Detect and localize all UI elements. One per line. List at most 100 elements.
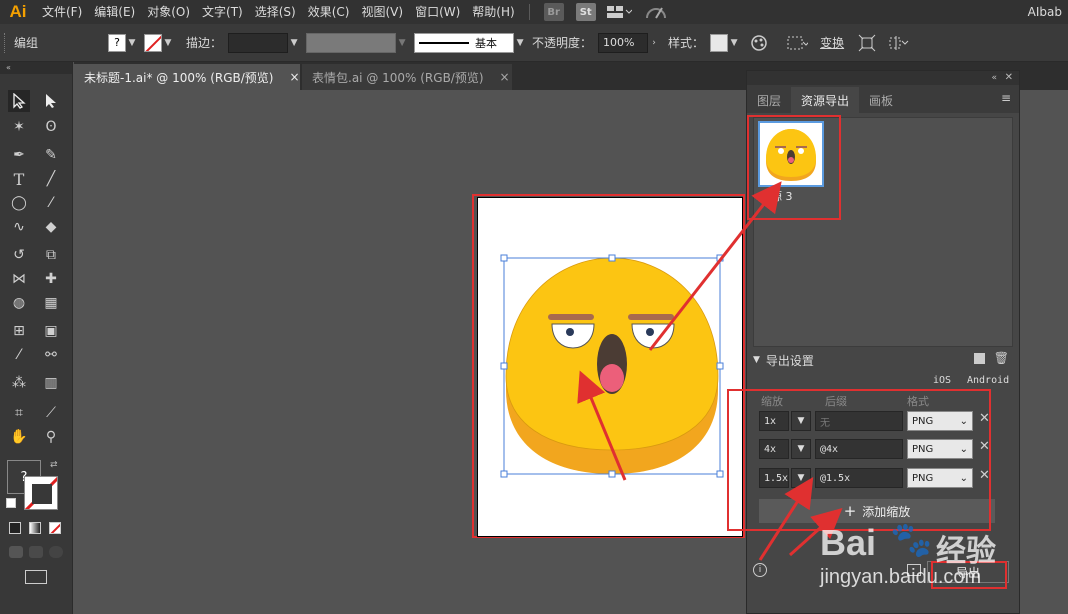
suffix-field[interactable]: 无 bbox=[815, 411, 903, 431]
chevron-down-icon[interactable]: ▼ bbox=[162, 33, 174, 53]
stroke-style-field[interactable]: 基本 bbox=[414, 32, 515, 53]
launch-export-dialog-icon[interactable] bbox=[907, 564, 921, 576]
scale-field[interactable]: 1.5x bbox=[759, 468, 789, 488]
close-icon[interactable]: × bbox=[290, 70, 300, 84]
export-settings-header[interactable]: ▼ 导出设置 🗑 bbox=[753, 349, 1015, 371]
scale-field[interactable]: 4x bbox=[759, 439, 789, 459]
chevron-down-icon[interactable]: ▼ bbox=[791, 439, 811, 459]
collapse-panel-icon[interactable]: « bbox=[991, 71, 997, 85]
mesh-tool-icon[interactable]: ⊞ bbox=[8, 320, 30, 342]
emoji-artwork[interactable] bbox=[478, 198, 744, 538]
opacity-field[interactable]: 100% bbox=[598, 32, 649, 53]
format-select[interactable]: PNG ⌄ bbox=[907, 411, 973, 431]
toolbar-header[interactable]: « bbox=[0, 62, 72, 74]
eyedropper-tool-icon[interactable]: ⁄ bbox=[8, 344, 30, 366]
recolor-artwork-icon[interactable] bbox=[750, 34, 768, 52]
lasso-tool-icon[interactable]: ʘ bbox=[40, 116, 62, 138]
transform-label[interactable]: 变换 bbox=[820, 34, 844, 51]
stroke-weight-field[interactable] bbox=[228, 32, 289, 53]
selection-tool-icon[interactable] bbox=[8, 90, 30, 112]
symbol-sprayer-tool-icon[interactable]: ⁂ bbox=[8, 372, 30, 394]
remove-scale-icon[interactable]: ✕ bbox=[979, 439, 990, 454]
draw-behind-icon[interactable] bbox=[29, 546, 43, 558]
default-fill-stroke-icon[interactable] bbox=[6, 498, 16, 508]
tab-emoji-pack[interactable]: 表情包.ai @ 100% (RGB/预览) × bbox=[302, 64, 512, 90]
format-select[interactable]: PNG ⌄ bbox=[907, 439, 973, 459]
panel-menu-icon[interactable]: ≡ bbox=[1001, 91, 1011, 105]
asset-name[interactable]: 资源 3 bbox=[760, 188, 793, 204]
artboard[interactable] bbox=[477, 197, 743, 537]
android-preset[interactable]: Android bbox=[967, 375, 1009, 386]
paintbrush-tool-icon[interactable]: ⁄ bbox=[40, 192, 62, 214]
chevron-down-icon[interactable]: ▼ bbox=[514, 33, 526, 53]
zoom-tool-icon[interactable]: ⚲ bbox=[40, 426, 62, 448]
menu-window[interactable]: 窗口(W) bbox=[409, 0, 466, 24]
menu-select[interactable]: 选择(S) bbox=[249, 0, 302, 24]
color-mode-button[interactable] bbox=[9, 522, 21, 534]
menu-object[interactable]: 对象(O) bbox=[141, 0, 196, 24]
fill-swatch[interactable]: ? bbox=[108, 33, 127, 52]
puppet-warp-tool-icon[interactable]: ✚ bbox=[40, 268, 62, 290]
scale-tool-icon[interactable]: ⧉ bbox=[40, 244, 62, 266]
new-asset-icon[interactable] bbox=[974, 353, 985, 364]
rotate-tool-icon[interactable]: ↺ bbox=[8, 244, 30, 266]
column-graph-tool-icon[interactable]: ▥ bbox=[40, 372, 62, 394]
perspective-grid-tool-icon[interactable]: ▦ bbox=[40, 292, 62, 314]
isolate-icon[interactable] bbox=[858, 34, 876, 52]
tab-asset-export[interactable]: 资源导出 bbox=[791, 87, 860, 113]
asset-thumbnail[interactable] bbox=[758, 121, 824, 187]
puppet-warp-icon[interactable] bbox=[888, 34, 912, 52]
menu-help[interactable]: 帮助(H) bbox=[466, 0, 520, 24]
chevron-down-icon[interactable]: ▼ bbox=[791, 468, 811, 488]
export-button[interactable]: 导出 bbox=[927, 561, 1009, 583]
swap-fill-stroke-icon[interactable]: ⇄ bbox=[50, 460, 58, 470]
tab-untitled-1[interactable]: 未标题-1.ai* @ 100% (RGB/预览) × bbox=[74, 64, 300, 90]
blend-tool-icon[interactable]: ⚯ bbox=[40, 344, 62, 366]
draw-inside-icon[interactable] bbox=[49, 546, 63, 558]
hand-tool-icon[interactable]: ✋ bbox=[8, 426, 30, 448]
add-scale-button[interactable]: + 添加缩放 bbox=[759, 499, 995, 523]
curvature-tool-icon[interactable]: ✎ bbox=[40, 144, 62, 166]
menu-view[interactable]: 视图(V) bbox=[355, 0, 409, 24]
pen-tool-icon[interactable]: ✒ bbox=[8, 144, 30, 166]
align-icon[interactable] bbox=[786, 35, 809, 51]
menu-file[interactable]: 文件(F) bbox=[36, 0, 88, 24]
none-mode-button[interactable] bbox=[49, 522, 61, 534]
chevron-down-icon[interactable]: ▼ bbox=[791, 411, 811, 431]
ellipse-tool-icon[interactable]: ◯ bbox=[8, 192, 30, 214]
shaper-tool-icon[interactable]: ∿ bbox=[8, 216, 30, 238]
bridge-button[interactable]: Br bbox=[543, 3, 564, 21]
panel-grip[interactable] bbox=[4, 32, 8, 53]
menu-type[interactable]: 文字(T) bbox=[196, 0, 249, 24]
ios-preset[interactable]: iOS bbox=[933, 375, 951, 386]
close-icon[interactable]: ✕ bbox=[1005, 71, 1013, 85]
trash-icon[interactable]: 🗑 bbox=[994, 351, 1009, 365]
chevron-down-icon[interactable]: ▼ bbox=[753, 355, 760, 365]
type-tool-icon[interactable]: T bbox=[8, 168, 30, 190]
remove-scale-icon[interactable]: ✕ bbox=[979, 411, 990, 426]
arrange-documents-icon[interactable] bbox=[606, 5, 632, 19]
gradient-mode-button[interactable] bbox=[29, 522, 41, 534]
width-tool-icon[interactable]: ⋈ bbox=[8, 268, 30, 290]
menu-effect[interactable]: 效果(C) bbox=[302, 0, 356, 24]
canvas-area[interactable] bbox=[74, 90, 746, 614]
eraser-tool-icon[interactable]: ◆ bbox=[40, 216, 62, 238]
info-icon[interactable]: i bbox=[753, 563, 767, 577]
magic-wand-tool-icon[interactable]: ✶ bbox=[8, 116, 30, 138]
menu-edit[interactable]: 编辑(E) bbox=[88, 0, 141, 24]
chevron-down-icon[interactable]: ▼ bbox=[728, 33, 740, 53]
artboard-tool-icon[interactable]: ⌗ bbox=[8, 402, 30, 424]
suffix-field[interactable]: @1.5x bbox=[815, 468, 903, 488]
slice-tool-icon[interactable]: ⟋ bbox=[40, 402, 62, 424]
chevron-down-icon[interactable]: ▼ bbox=[126, 33, 138, 53]
gpu-performance-icon[interactable] bbox=[644, 4, 668, 20]
draw-normal-icon[interactable] bbox=[9, 546, 23, 558]
stock-button[interactable]: St bbox=[575, 3, 596, 21]
tab-artboards[interactable]: 画板 bbox=[859, 87, 903, 113]
close-icon[interactable]: × bbox=[500, 70, 510, 84]
stroke-color-box[interactable] bbox=[24, 476, 58, 510]
line-tool-icon[interactable]: ╱ bbox=[40, 168, 62, 190]
shape-builder-tool-icon[interactable]: ◍ bbox=[8, 292, 30, 314]
screen-mode-icon[interactable] bbox=[25, 570, 47, 584]
tab-layers[interactable]: 图层 bbox=[747, 87, 791, 113]
